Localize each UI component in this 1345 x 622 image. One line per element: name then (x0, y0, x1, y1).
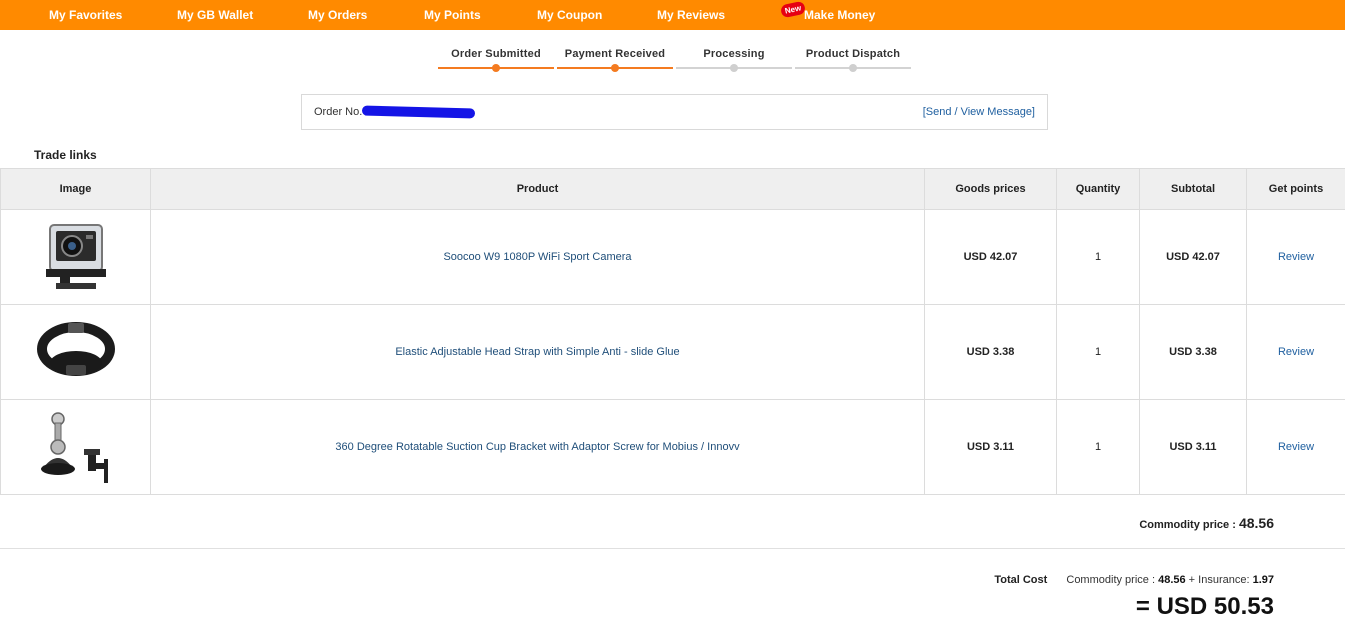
goods-price: USD 3.38 (924, 304, 1057, 400)
review-link[interactable]: Review (1246, 209, 1345, 305)
breakdown-insurance-label: + Insurance: (1188, 574, 1250, 586)
quantity: 1 (1056, 399, 1140, 495)
step-payment-received: Payment Received (557, 44, 673, 72)
insurance-value: 1.97 (1252, 574, 1274, 586)
nav-make-money[interactable]: Make Money (804, 0, 875, 30)
commodity-price-value: 48.56 (1238, 515, 1274, 531)
header-quantity: Quantity (1056, 168, 1140, 210)
table-row: Elastic Adjustable Head Strap with Simpl… (0, 304, 1345, 400)
product-image-cell[interactable] (0, 209, 151, 305)
grand-total: = USD 50.53 (1135, 593, 1274, 620)
step-dot-icon (730, 64, 738, 72)
total-cost-breakdown: Total Cost Commodity price : 48.56 + Ins… (994, 574, 1274, 586)
quantity: 1 (1056, 304, 1140, 400)
step-dot-icon (492, 64, 500, 72)
goods-price: USD 3.11 (924, 399, 1057, 495)
trade-links-title: Trade links (34, 148, 97, 162)
step-dot-icon (849, 64, 857, 72)
step-label: Payment Received (564, 48, 666, 60)
commodity-price-summary: Commodity price : 48.56 (1139, 515, 1274, 531)
nav-my-favorites[interactable]: My Favorites (49, 0, 122, 30)
send-view-message-link[interactable]: [Send / View Message] (923, 106, 1035, 118)
step-dot-icon (611, 64, 619, 72)
nav-my-coupon[interactable]: My Coupon (537, 0, 602, 30)
header-image: Image (0, 168, 151, 210)
redaction-mark (361, 105, 476, 119)
step-processing: Processing (676, 44, 792, 72)
new-badge: New (779, 0, 807, 19)
header-goods-prices: Goods prices (924, 168, 1057, 210)
order-items-table: Image Product Goods prices Quantity Subt… (0, 168, 1345, 495)
step-order-submitted: Order Submitted (438, 44, 554, 72)
order-number-label: Order No. (314, 106, 363, 118)
product-name-link[interactable]: Elastic Adjustable Head Strap with Simpl… (150, 304, 925, 400)
total-cost-label: Total Cost (994, 574, 1048, 586)
suction-cup-mount-icon[interactable] (36, 409, 116, 485)
commodity-price-label: Commodity price : (1139, 519, 1236, 531)
step-label: Product Dispatch (805, 48, 901, 60)
divider (0, 548, 1345, 549)
quantity: 1 (1056, 209, 1140, 305)
subtotal: USD 3.11 (1139, 399, 1247, 495)
head-strap-icon[interactable] (36, 317, 116, 387)
goods-price: USD 42.07 (924, 209, 1057, 305)
review-link[interactable]: Review (1246, 399, 1345, 495)
header-subtotal: Subtotal (1139, 168, 1247, 210)
table-header-row: Image Product Goods prices Quantity Subt… (0, 168, 1345, 210)
header-get-points: Get points (1246, 168, 1345, 210)
order-number-box: Order No. [Send / View Message] (301, 94, 1048, 130)
table-row: Soocoo W9 1080P WiFi Sport Camera USD 42… (0, 209, 1345, 305)
action-camera-icon[interactable] (36, 219, 116, 295)
subtotal: USD 3.38 (1139, 304, 1247, 400)
top-nav-bar: My Favorites My GB Wallet My Orders My P… (0, 0, 1345, 30)
product-image-cell[interactable] (0, 399, 151, 495)
nav-my-points[interactable]: My Points (424, 0, 481, 30)
step-label: Processing (703, 48, 765, 60)
nav-my-reviews[interactable]: My Reviews (657, 0, 725, 30)
order-progress-steps: Order Submitted Payment Received Process… (438, 44, 914, 76)
product-name-link[interactable]: 360 Degree Rotatable Suction Cup Bracket… (150, 399, 925, 495)
product-image-cell[interactable] (0, 304, 151, 400)
product-name-link[interactable]: Soocoo W9 1080P WiFi Sport Camera (150, 209, 925, 305)
header-product: Product (150, 168, 925, 210)
review-link[interactable]: Review (1246, 304, 1345, 400)
nav-my-gb-wallet[interactable]: My GB Wallet (177, 0, 253, 30)
breakdown-commodity-label: Commodity price : (1066, 574, 1156, 586)
table-row: 360 Degree Rotatable Suction Cup Bracket… (0, 399, 1345, 495)
nav-my-orders[interactable]: My Orders (308, 0, 367, 30)
step-product-dispatch: Product Dispatch (795, 44, 911, 72)
breakdown-commodity-value: 48.56 (1158, 574, 1186, 586)
step-label: Order Submitted (451, 48, 541, 60)
subtotal: USD 42.07 (1139, 209, 1247, 305)
